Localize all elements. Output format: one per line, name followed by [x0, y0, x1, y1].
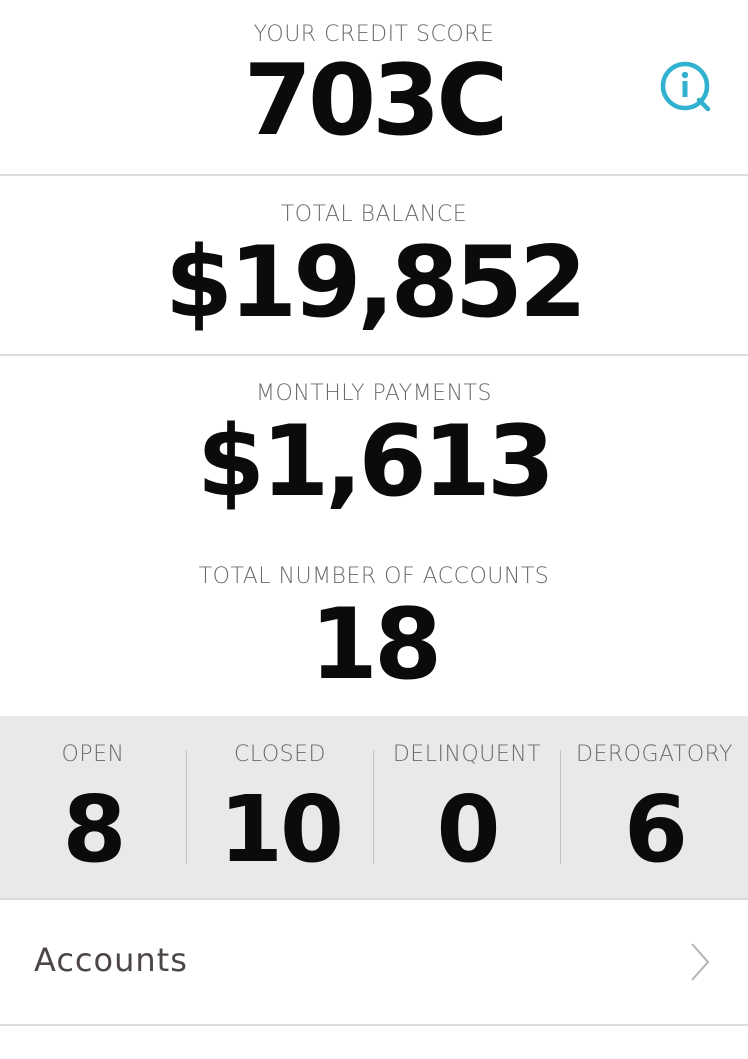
stat-value: 10	[218, 776, 344, 883]
total-accounts-label: TOTAL NUMBER OF ACCOUNTS	[198, 564, 550, 589]
total-balance-section: TOTAL BALANCE $19,852	[0, 202, 748, 332]
accounts-label: Accounts	[34, 941, 188, 979]
total-balance-value: $19,852	[164, 226, 587, 340]
total-accounts-section: TOTAL NUMBER OF ACCOUNTS 18	[0, 564, 748, 694]
stat-open: OPEN 8	[0, 716, 186, 898]
credit-score-value: 703C	[243, 44, 509, 158]
credit-summary-screen: YOUR CREDIT SCORE 703C TOTAL BALANCE $19…	[0, 0, 748, 1059]
stat-label: DEROGATORY	[576, 742, 733, 767]
info-icon	[660, 61, 711, 112]
accounts-row[interactable]: Accounts	[0, 900, 748, 1024]
monthly-payments-value: $1,613	[196, 405, 555, 519]
total-accounts-value: 18	[309, 588, 442, 702]
divider	[0, 1024, 748, 1026]
stat-derogatory: DEROGATORY 6	[561, 716, 748, 898]
stat-label: DELINQUENT	[392, 742, 542, 767]
credit-score-section: YOUR CREDIT SCORE 703C	[0, 22, 748, 150]
monthly-payments-section: MONTHLY PAYMENTS $1,613	[0, 381, 748, 511]
stat-value: 8	[62, 776, 126, 883]
divider	[0, 174, 748, 176]
stat-closed: CLOSED 10	[187, 716, 373, 898]
total-balance-label: TOTAL BALANCE	[280, 202, 468, 227]
chevron-right-icon	[691, 943, 710, 981]
stat-value: 6	[623, 776, 688, 883]
stat-label: OPEN	[61, 742, 125, 767]
stat-delinquent: DELINQUENT 0	[374, 716, 560, 898]
account-status-bar: OPEN 8 CLOSED 10 DELINQUENT 0 DEROGATORY…	[0, 716, 748, 898]
divider	[0, 354, 748, 356]
info-button[interactable]	[659, 60, 711, 112]
stat-value: 0	[436, 776, 500, 883]
monthly-payments-label: MONTHLY PAYMENTS	[256, 381, 492, 406]
stat-label: CLOSED	[234, 742, 326, 767]
